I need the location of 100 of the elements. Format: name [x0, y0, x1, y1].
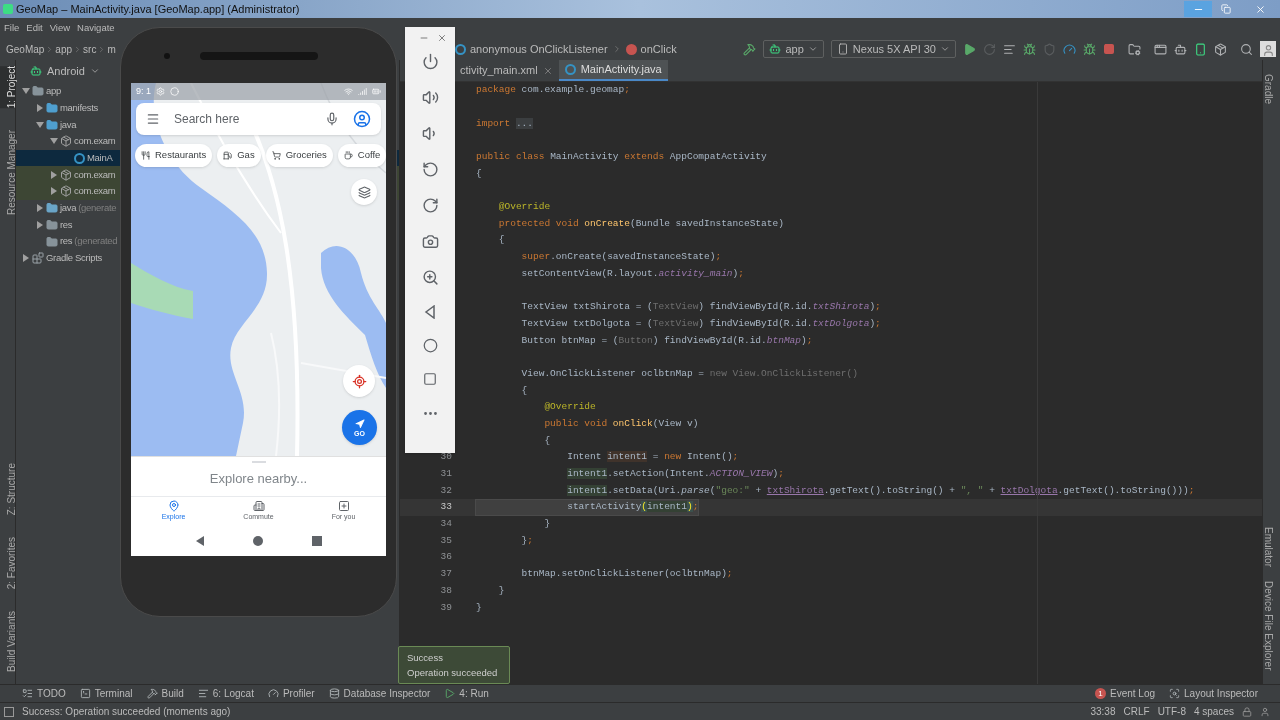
folder-icon[interactable]: [1128, 42, 1141, 56]
window-icon[interactable]: [1154, 42, 1167, 56]
side-tab[interactable]: Gradle: [1263, 74, 1280, 104]
tree-item[interactable]: manifests: [46, 100, 98, 116]
cursor-position[interactable]: 33:38: [1090, 704, 1116, 719]
expand-arrow-icon[interactable]: [50, 170, 58, 179]
zoom-icon[interactable]: [421, 269, 439, 286]
breadcrumb-item[interactable]: anonymous OnClickListener: [470, 40, 608, 58]
expand-arrow-icon[interactable]: [22, 254, 30, 263]
module-dropdown[interactable]: app: [763, 40, 824, 58]
rotate-left-icon[interactable]: [421, 161, 439, 178]
play-icon: [444, 688, 456, 699]
collapse-arrow-icon[interactable]: [36, 120, 44, 129]
rotate-right-icon[interactable]: [421, 197, 439, 214]
user-icon[interactable]: [1260, 706, 1270, 717]
file-encoding[interactable]: UTF-8: [1157, 704, 1186, 719]
breadcrumb-item[interactable]: app: [55, 41, 73, 57]
volume-up-icon[interactable]: [421, 89, 439, 106]
home-icon[interactable]: [422, 338, 438, 353]
tool-window-button[interactable]: Layout Inspector: [1169, 686, 1258, 701]
bug-icon[interactable]: [1083, 42, 1096, 56]
breadcrumb-item[interactable]: src: [83, 41, 97, 57]
side-tab[interactable]: Build Variants: [0, 611, 15, 672]
side-tab[interactable]: Resource Manager: [0, 130, 15, 216]
caret-icon: [807, 44, 818, 54]
gauge-icon[interactable]: [1063, 42, 1076, 56]
tree-item[interactable]: Gradle Scripts: [32, 251, 102, 266]
side-tab[interactable]: 1: Project: [0, 66, 15, 109]
tool-window-button[interactable]: 6: Logcat: [197, 686, 254, 701]
overview-icon[interactable]: [423, 372, 437, 386]
back-icon[interactable]: [195, 536, 206, 546]
tree-item[interactable]: com.exam: [60, 167, 116, 182]
side-tab[interactable]: Device File Explorer: [1263, 580, 1280, 670]
folder-icon: [46, 102, 58, 115]
search-icon[interactable]: [1240, 42, 1253, 56]
close-icon[interactable]: [542, 65, 553, 76]
tool-window-button[interactable]: 1 Event Log: [1095, 686, 1156, 701]
search-field[interactable]: Search here: [174, 110, 311, 128]
avatar-icon[interactable]: [1260, 41, 1276, 57]
tree-item[interactable]: app: [32, 84, 61, 99]
expand-arrow-icon[interactable]: [36, 220, 44, 229]
menu-icon[interactable]: [146, 112, 160, 126]
expand-arrow-icon[interactable]: [36, 204, 44, 213]
menu-item[interactable]: View: [49, 20, 71, 36]
menu-item[interactable]: Navigate: [77, 20, 115, 36]
indent-setting[interactable]: 4 spaces: [1193, 704, 1234, 719]
collapse-arrow-icon[interactable]: [22, 87, 30, 96]
back-icon[interactable]: [423, 305, 437, 319]
tool-window-button[interactable]: TODO: [22, 686, 66, 701]
close-icon[interactable]: [437, 33, 447, 43]
home-icon[interactable]: [253, 536, 264, 546]
menu-item[interactable]: Edit: [26, 20, 43, 36]
line-number: 38: [440, 583, 452, 598]
microphone-icon[interactable]: [325, 112, 339, 126]
package-icon: [60, 185, 72, 198]
overview-icon[interactable]: [311, 536, 322, 546]
line-number: 36: [440, 550, 452, 565]
filter-chip[interactable]: Restaurants: [135, 144, 213, 167]
tree-item[interactable]: java: [46, 117, 77, 132]
side-tab[interactable]: Emulator: [1263, 526, 1280, 567]
expand-arrow-icon[interactable]: [36, 104, 44, 113]
tool-window-button[interactable]: Terminal: [79, 686, 133, 701]
breadcrumb-item[interactable]: GeoMap: [6, 41, 45, 57]
hammer-icon[interactable]: [743, 42, 757, 56]
menu-item[interactable]: File: [4, 20, 20, 36]
editor-tab[interactable]: MainActivity.java: [558, 60, 668, 81]
stop-icon[interactable]: [1103, 43, 1115, 55]
breadcrumb-item[interactable]: m: [107, 41, 116, 57]
tool-window-button[interactable]: 4: Run: [444, 686, 489, 701]
run-icon[interactable]: [963, 42, 976, 56]
line-separator[interactable]: CRLF: [1123, 704, 1150, 719]
filter-chip[interactable]: Groceries: [265, 144, 333, 167]
tree-item[interactable]: com.exam: [60, 134, 116, 149]
list-icon[interactable]: [1003, 42, 1016, 56]
tool-window-button[interactable]: Profiler: [267, 686, 315, 701]
power-icon[interactable]: [421, 53, 439, 70]
tree-item[interactable]: com.exam: [60, 184, 116, 199]
account-icon[interactable]: [353, 110, 371, 128]
editor-tab[interactable]: ctivity_main.xml: [454, 60, 559, 81]
tool-window-button[interactable]: Database Inspector: [328, 686, 431, 701]
tool-window-button[interactable]: Build: [146, 686, 184, 701]
side-tab[interactable]: Z: Structure: [0, 462, 15, 515]
debug-icon[interactable]: [1023, 42, 1036, 56]
phone-icon[interactable]: [1194, 42, 1207, 56]
tree-item[interactable]: java (generate: [46, 201, 117, 216]
tree-item[interactable]: res: [46, 217, 73, 232]
expand-arrow-icon[interactable]: [50, 187, 58, 196]
tree-item[interactable]: res (generated: [46, 234, 118, 249]
lock-icon[interactable]: [1242, 706, 1252, 717]
collapse-arrow-icon[interactable]: [50, 137, 58, 146]
search-bar[interactable]: Search here: [136, 103, 381, 135]
robot-icon[interactable]: [1174, 42, 1187, 56]
package-icon[interactable]: [1214, 42, 1227, 56]
tree-item[interactable]: MainA: [74, 150, 113, 166]
filter-chip[interactable]: Gas: [217, 144, 261, 167]
view-selector[interactable]: Android: [30, 62, 100, 80]
device-dropdown[interactable]: Nexus 5X API 30: [830, 40, 956, 58]
side-tab[interactable]: 2: Favorites: [0, 536, 15, 590]
camera-icon[interactable]: [421, 233, 439, 250]
breadcrumb-item[interactable]: onClick: [640, 40, 677, 58]
